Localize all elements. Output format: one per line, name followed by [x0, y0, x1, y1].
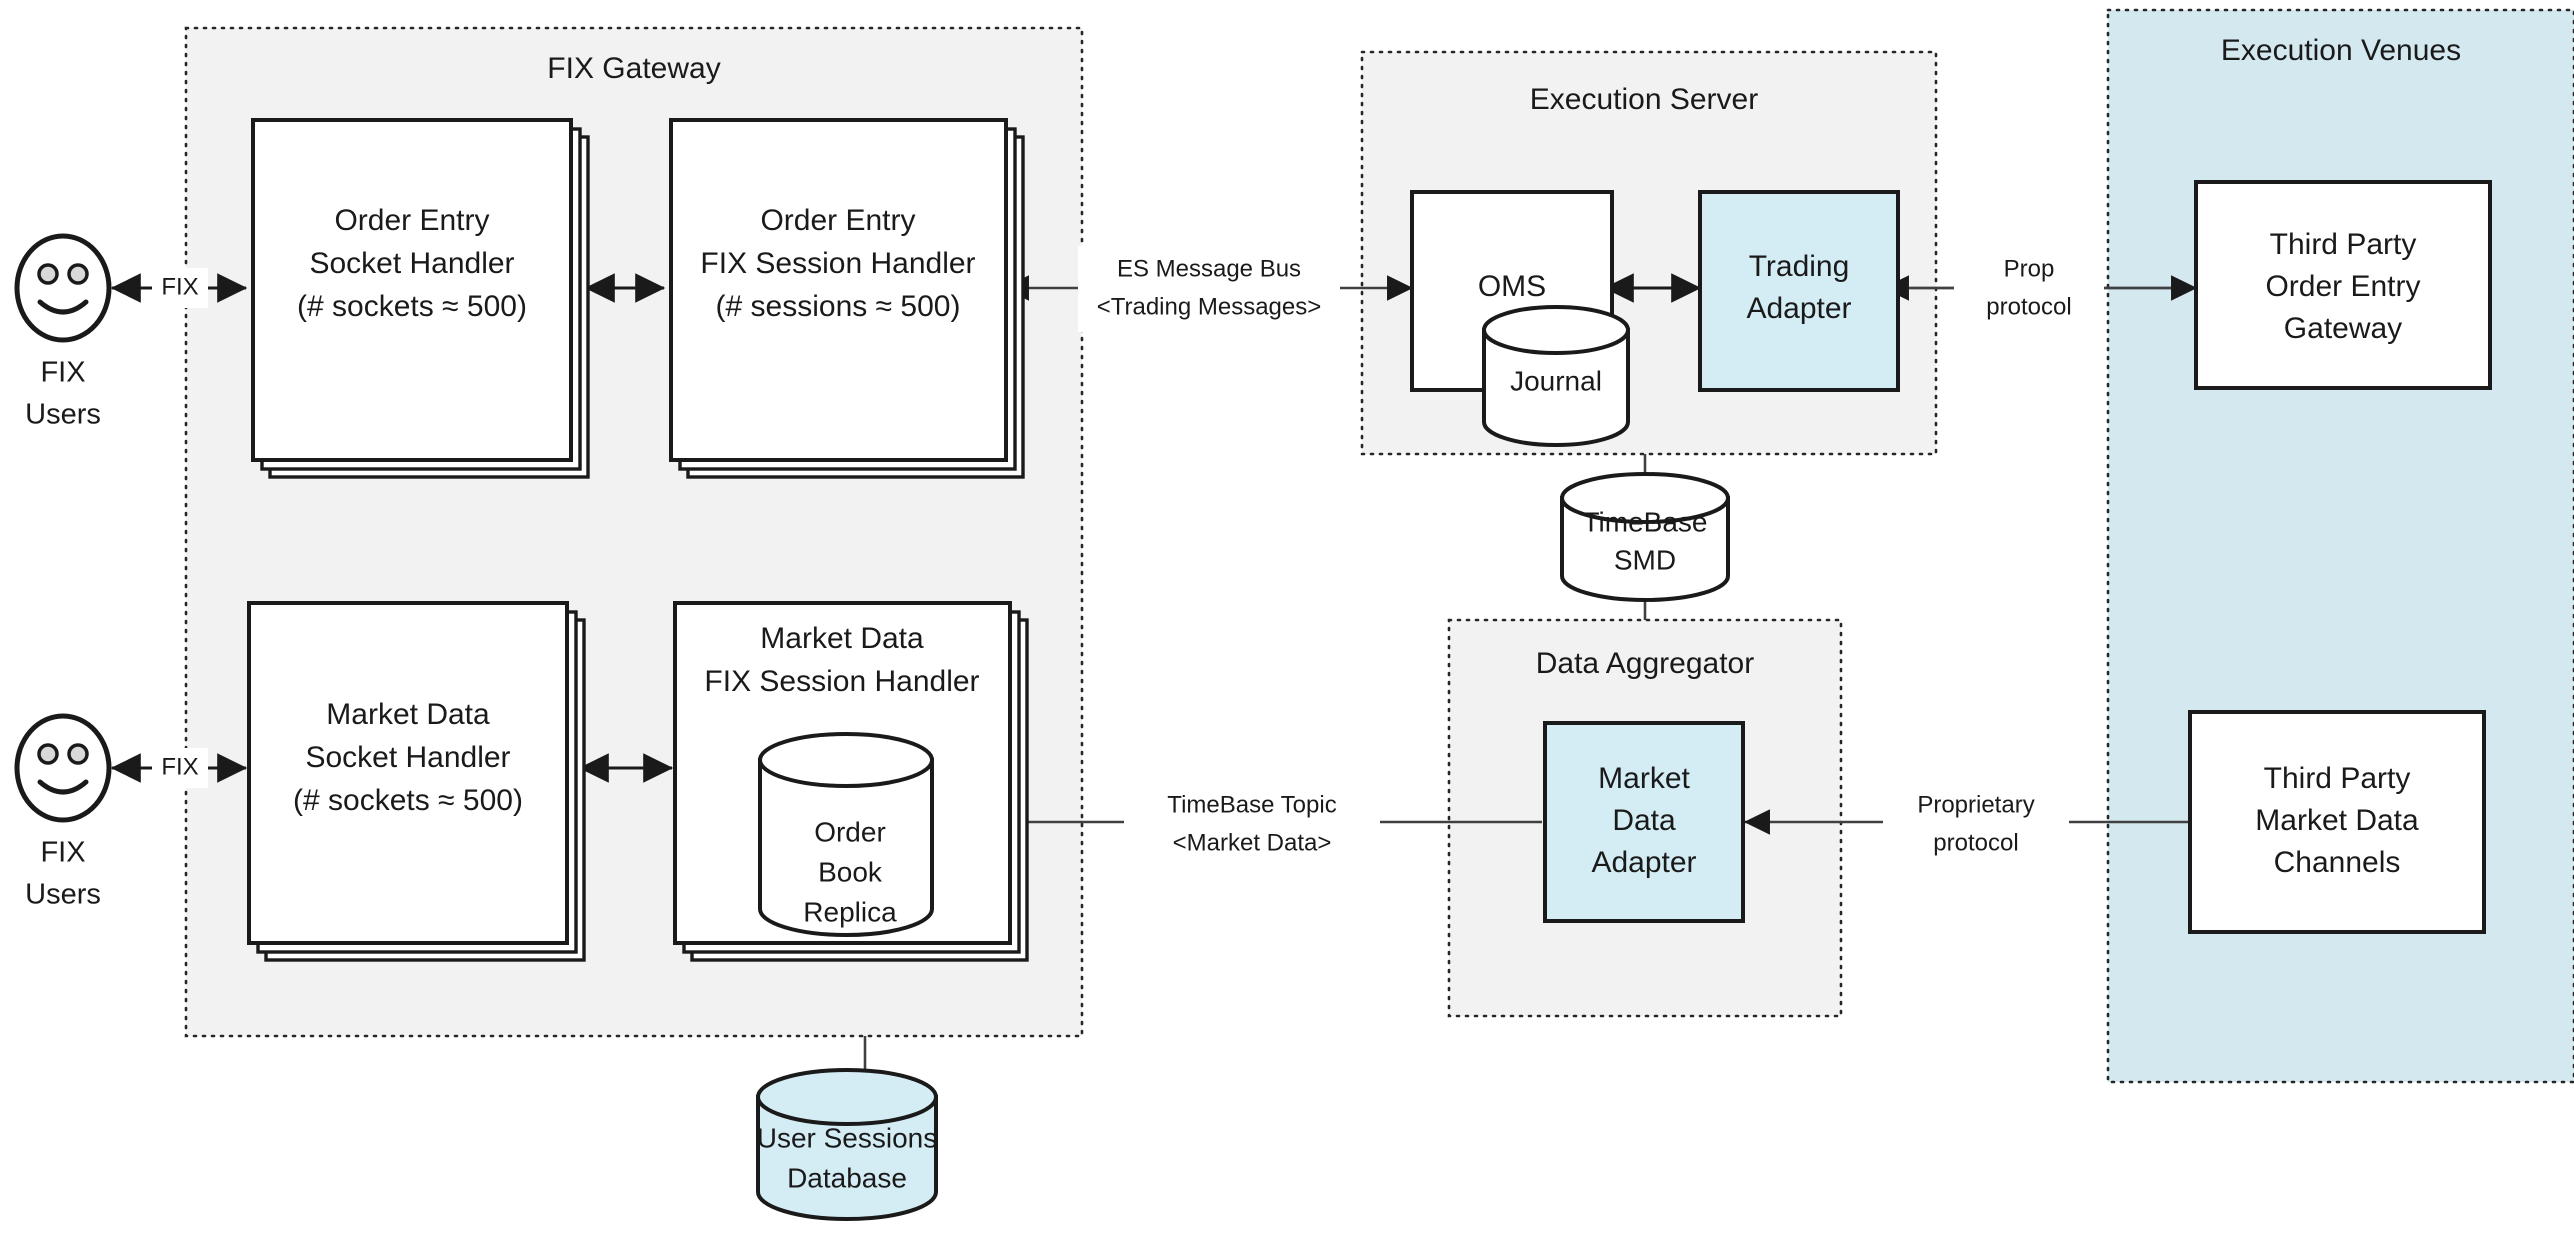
- node-oe-socket-line2: Socket Handler: [309, 247, 514, 280]
- node-oe-session-line1: Order Entry: [760, 204, 915, 237]
- edge-label-esmb-line2: <Trading Messages>: [1097, 293, 1322, 320]
- node-market-data-socket-handler[interactable]: Market Data Socket Handler (# sockets ≈ …: [247, 601, 586, 962]
- edge-label-es-message-bus: ES Message Bus <Trading Messages>: [1078, 246, 1340, 332]
- group-execution-venues-label: Execution Venues: [2221, 34, 2461, 67]
- actor-fix-users-top-line2: Users: [25, 399, 101, 431]
- node-order-entry-fix-session-handler[interactable]: Order Entry FIX Session Handler (# sessi…: [669, 118, 1025, 479]
- node-oms-label: OMS: [1478, 270, 1546, 303]
- node-third-party-order-entry-gateway[interactable]: Third Party Order Entry Gateway: [2194, 180, 2492, 390]
- node-oe-socket-line1: Order Entry: [334, 204, 489, 237]
- node-oe-session-line2: FIX Session Handler: [700, 247, 975, 280]
- datastore-usdb-line2: Database: [787, 1162, 907, 1193]
- edge-label-fix-top-text: FIX: [161, 273, 198, 300]
- edge-label-fix-bottom-text: FIX: [161, 753, 198, 780]
- actor-fix-users-top-line1: FIX: [40, 357, 85, 389]
- datastore-obr-line1: Order: [814, 816, 886, 847]
- edge-label-tbt-line1: TimeBase Topic: [1167, 791, 1336, 818]
- datastore-journal-label: Journal: [1510, 365, 1602, 396]
- node-tp-oeg-line3: Gateway: [2284, 312, 2402, 345]
- node-trading-adapter[interactable]: Trading Adapter: [1698, 190, 1900, 392]
- node-md-socket-line1: Market Data: [326, 698, 490, 731]
- datastore-smd-line1: TimeBase: [1582, 506, 1707, 537]
- actor-fix-users-bottom: FIX Users: [14, 713, 112, 911]
- node-oe-socket-line3: (# sockets ≈ 500): [297, 290, 527, 323]
- node-trading-adapter-line1: Trading: [1749, 250, 1850, 283]
- edge-label-prop-protocol: Prop protocol: [1954, 246, 2104, 332]
- datastore-usdb-line1: User Sessions: [757, 1122, 938, 1153]
- edge-label-tbt-line2: <Market Data>: [1173, 829, 1332, 856]
- architecture-diagram: FIX Gateway Execution Server Data Aggreg…: [0, 0, 2574, 1233]
- datastore-obr-line2: Book: [818, 856, 883, 887]
- node-third-party-market-data-channels[interactable]: Third Party Market Data Channels: [2188, 710, 2486, 934]
- edge-label-fix-top: FIX: [152, 268, 208, 308]
- datastore-user-sessions-database[interactable]: User Sessions Database: [756, 1068, 938, 1221]
- node-order-entry-socket-handler[interactable]: Order Entry Socket Handler (# sockets ≈ …: [251, 118, 590, 479]
- node-md-socket-line3: (# sockets ≈ 500): [293, 784, 523, 817]
- edge-label-fix-bottom: FIX: [152, 748, 208, 788]
- node-md-socket-line2: Socket Handler: [305, 741, 510, 774]
- group-data-aggregator-label: Data Aggregator: [1536, 647, 1754, 680]
- node-md-adapter-line1: Market: [1598, 762, 1690, 795]
- edge-label-propri-line1: Proprietary: [1917, 791, 2034, 818]
- datastore-order-book-replica[interactable]: Order Book Replica: [758, 732, 934, 937]
- edge-label-esmb-line1: ES Message Bus: [1117, 255, 1301, 282]
- actor-fix-users-bottom-line1: FIX: [40, 837, 85, 869]
- datastore-obr-line3: Replica: [803, 896, 897, 927]
- node-market-data-adapter[interactable]: Market Data Adapter: [1543, 721, 1745, 923]
- node-md-adapter-line2: Data: [1612, 804, 1676, 837]
- node-tp-mdc-line1: Third Party: [2264, 762, 2411, 795]
- datastore-timebase-smd[interactable]: TimeBase SMD: [1560, 472, 1730, 602]
- datastore-smd-line2: SMD: [1614, 544, 1676, 575]
- edge-label-propri-line2: protocol: [1933, 829, 2018, 856]
- actor-fix-users-bottom-line2: Users: [25, 879, 101, 911]
- datastore-journal[interactable]: Journal: [1482, 305, 1630, 447]
- edge-label-prop-line1: Prop: [2004, 255, 2055, 282]
- group-execution-server-label: Execution Server: [1530, 83, 1758, 116]
- node-tp-mdc-line3: Channels: [2274, 846, 2401, 879]
- edge-label-timebase-topic: TimeBase Topic <Market Data>: [1124, 780, 1380, 866]
- node-trading-adapter-line2: Adapter: [1746, 292, 1851, 325]
- actor-fix-users-top: FIX Users: [14, 233, 112, 431]
- node-tp-mdc-line2: Market Data: [2255, 804, 2419, 837]
- node-md-session-line1: Market Data: [760, 622, 924, 655]
- node-md-adapter-line3: Adapter: [1591, 846, 1696, 879]
- node-md-session-line2: FIX Session Handler: [704, 665, 979, 698]
- node-tp-oeg-line2: Order Entry: [2265, 270, 2420, 303]
- node-tp-oeg-line1: Third Party: [2270, 228, 2417, 261]
- edge-label-prop-line2: protocol: [1986, 293, 2071, 320]
- group-fix-gateway-label: FIX Gateway: [547, 52, 720, 85]
- node-oe-session-line3: (# sessions ≈ 500): [716, 290, 961, 323]
- edge-label-proprietary-protocol: Proprietary protocol: [1883, 780, 2069, 866]
